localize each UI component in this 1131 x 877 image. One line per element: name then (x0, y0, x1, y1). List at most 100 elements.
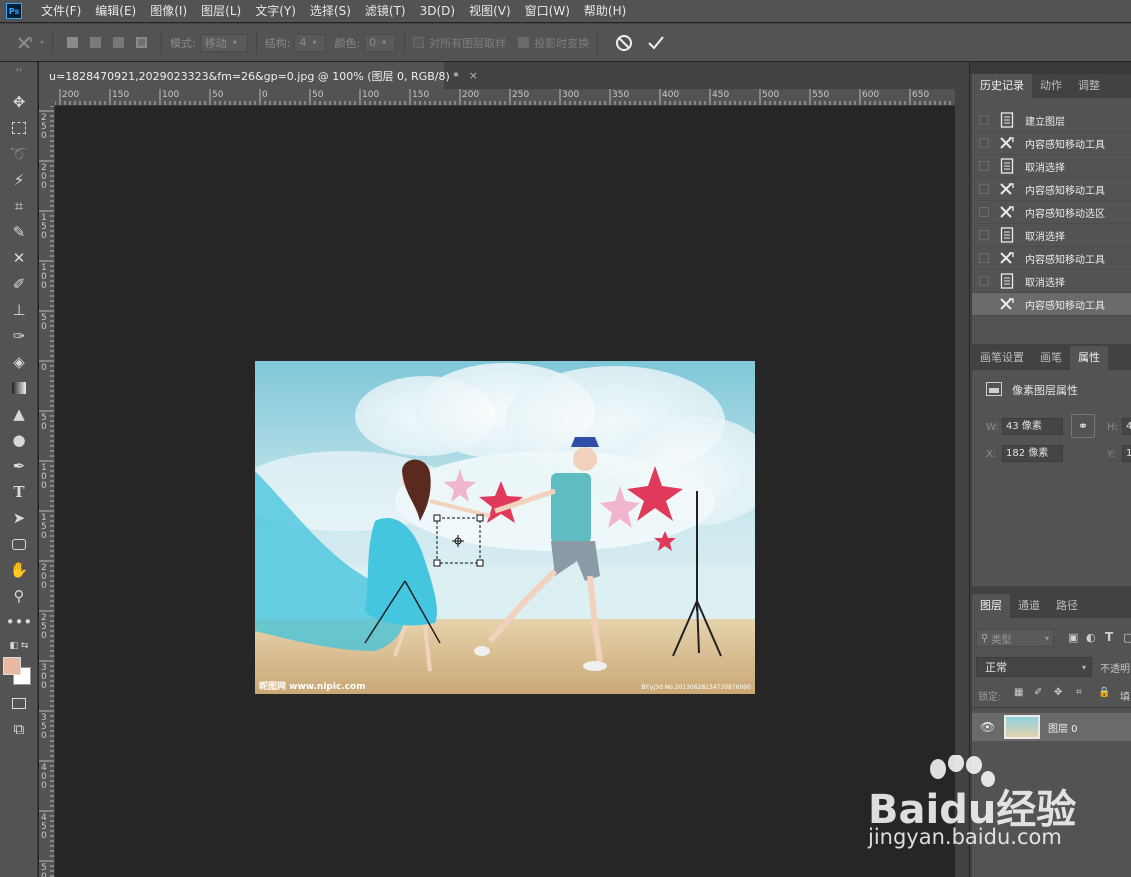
add-to-selection-icon[interactable] (90, 37, 102, 48)
menu-select[interactable]: 选择(S) (303, 0, 358, 22)
snapshot-source-checkbox[interactable] (979, 299, 989, 309)
color-select[interactable]: 0 ▾ (364, 33, 397, 52)
tab-properties[interactable]: 属性 (1070, 346, 1108, 370)
menu-edit[interactable]: 编辑(E) (88, 0, 143, 22)
filter-type-icon[interactable]: T (1105, 630, 1113, 644)
lock-pixels-icon[interactable]: ✐ (1034, 687, 1042, 698)
screen-mode-icon[interactable]: ⧉ (8, 718, 30, 740)
menu-type[interactable]: 文字(Y) (248, 0, 303, 22)
lasso-tool-icon[interactable]: ➰ (8, 143, 30, 165)
height-field[interactable]: 4 (1122, 418, 1131, 435)
layer-filter-select[interactable]: ⚲ 类型 ▾ (976, 629, 1054, 647)
subtract-selection-icon[interactable] (113, 37, 125, 48)
path-selection-tool-icon[interactable]: ➤ (8, 507, 30, 529)
marquee-tool-icon[interactable] (8, 117, 30, 139)
document-image[interactable]: 昵图网 www.nipic.com BY:yj3d No.20130628134… (255, 361, 755, 694)
tool-preset-picker[interactable]: ▾ (16, 35, 44, 51)
history-item[interactable]: 内容感知移动选区 (972, 201, 1131, 224)
tab-history[interactable]: 历史记录 (972, 74, 1032, 98)
type-tool-icon[interactable]: T (8, 481, 30, 503)
transform-on-drop-checkbox[interactable] (518, 37, 530, 48)
filter-shape-icon[interactable]: ▢ (1123, 631, 1131, 644)
pen-tool-icon[interactable]: ✒ (8, 455, 30, 477)
menu-filter[interactable]: 滤镜(T) (358, 0, 413, 22)
structure-select[interactable]: 4 ▾ (294, 33, 327, 52)
blend-mode-select[interactable]: 正常 ▾ (976, 657, 1092, 677)
history-item[interactable]: 内容感知移动工具 (972, 178, 1131, 201)
snapshot-source-checkbox[interactable] (979, 115, 989, 125)
intersect-selection-icon[interactable] (136, 37, 148, 48)
quick-mask-icon[interactable] (8, 692, 30, 714)
menu-image[interactable]: 图像(I) (143, 0, 194, 22)
history-item[interactable]: 内容感知移动工具 (972, 247, 1131, 270)
commit-check-icon[interactable] (646, 33, 666, 53)
mode-select[interactable]: 移动 ▾ (199, 33, 248, 52)
sample-all-layers-checkbox[interactable] (413, 37, 425, 48)
canvas-area[interactable]: 昵图网 www.nipic.com BY:yj3d No.20130628134… (55, 106, 955, 877)
menu-window[interactable]: 窗口(W) (518, 0, 577, 22)
layer-row[interactable]: 👁 图层 0 (972, 713, 1131, 741)
lock-artboard-icon[interactable]: ⌗ (1076, 687, 1082, 698)
snapshot-source-checkbox[interactable] (979, 276, 989, 286)
tab-channels[interactable]: 通道 (1010, 594, 1048, 618)
y-field[interactable]: 1 (1122, 445, 1131, 462)
rectangle-tool-icon[interactable] (8, 533, 30, 555)
menu-view[interactable]: 视图(V) (462, 0, 518, 22)
snapshot-source-checkbox[interactable] (979, 253, 989, 263)
dodge-tool-icon[interactable]: ● (8, 429, 30, 451)
foreground-color-swatch[interactable] (3, 657, 21, 675)
hand-tool-icon[interactable]: ✋ (8, 559, 30, 581)
stamp-tool-icon[interactable]: ⊥ (8, 299, 30, 321)
content-aware-move-tool-icon[interactable]: ✕ (8, 247, 30, 269)
x-field[interactable]: 182 像素 (1002, 445, 1063, 462)
link-dimensions-icon[interactable]: ⚭ (1071, 414, 1095, 438)
move-tool-icon[interactable]: ✥ (8, 91, 30, 113)
filter-pixel-icon[interactable]: ▣ (1068, 631, 1078, 644)
history-item[interactable]: 建立图层 (972, 109, 1131, 132)
menu-file[interactable]: 文件(F) (34, 0, 88, 22)
snapshot-source-checkbox[interactable] (979, 161, 989, 171)
snapshot-source-checkbox[interactable] (979, 230, 989, 240)
history-item[interactable]: 内容感知移动工具 (972, 132, 1131, 155)
zoom-tool-icon[interactable]: ⚲ (8, 585, 30, 607)
history-item[interactable]: 取消选择 (972, 155, 1131, 178)
brush-tool-icon[interactable]: ✐ (8, 273, 30, 295)
blur-tool-icon[interactable]: ▲ (8, 403, 30, 425)
tab-actions[interactable]: 动作 (1032, 74, 1070, 98)
tab-paths[interactable]: 路径 (1048, 594, 1086, 618)
history-item[interactable]: 取消选择 (972, 224, 1131, 247)
crop-tool-icon[interactable]: ⌗ (8, 195, 30, 217)
collapse-toolbar-icon[interactable]: ›› (8, 64, 30, 74)
new-selection-icon[interactable] (67, 37, 79, 48)
default-colors-icon[interactable]: ◧ ⇆ (8, 639, 30, 653)
snapshot-source-checkbox[interactable] (979, 207, 989, 217)
transform-bounding-box[interactable] (433, 514, 484, 567)
snapshot-source-checkbox[interactable] (979, 184, 989, 194)
width-field[interactable]: 43 像素 (1002, 418, 1063, 435)
tab-brush-settings[interactable]: 画笔设置 (972, 346, 1032, 370)
vertical-scrollbar[interactable] (955, 89, 969, 877)
eyedropper-tool-icon[interactable]: ✎ (8, 221, 30, 243)
lock-all-icon[interactable]: 🔒 (1098, 687, 1110, 698)
document-tab[interactable]: u=1828470921,2029023323&fm=26&gp=0.jpg @… (39, 62, 478, 89)
more-tools-icon[interactable]: ••• (6, 611, 33, 633)
lock-transparent-icon[interactable]: ▦ (1014, 687, 1023, 698)
tab-brushes[interactable]: 画笔 (1032, 346, 1070, 370)
tab-layers[interactable]: 图层 (972, 594, 1010, 618)
menu-layer[interactable]: 图层(L) (194, 0, 248, 22)
lock-position-icon[interactable]: ✥ (1054, 687, 1062, 698)
cancel-icon[interactable] (614, 33, 634, 53)
menu-help[interactable]: 帮助(H) (577, 0, 633, 22)
history-brush-tool-icon[interactable]: ✑ (8, 325, 30, 347)
close-icon[interactable]: × (469, 69, 478, 82)
filter-adjustment-icon[interactable]: ◐ (1086, 631, 1096, 644)
eye-icon[interactable]: 👁 (980, 720, 996, 734)
snapshot-source-checkbox[interactable] (979, 138, 989, 148)
history-item[interactable]: 内容感知移动工具 (972, 293, 1131, 316)
magic-wand-tool-icon[interactable]: ⚡ (8, 169, 30, 191)
gradient-tool-icon[interactable] (8, 377, 30, 399)
tab-adjustments[interactable]: 调整 (1070, 74, 1108, 98)
menu-3d[interactable]: 3D(D) (413, 0, 462, 22)
eraser-tool-icon[interactable]: ◈ (8, 351, 30, 373)
history-item[interactable]: 取消选择 (972, 270, 1131, 293)
